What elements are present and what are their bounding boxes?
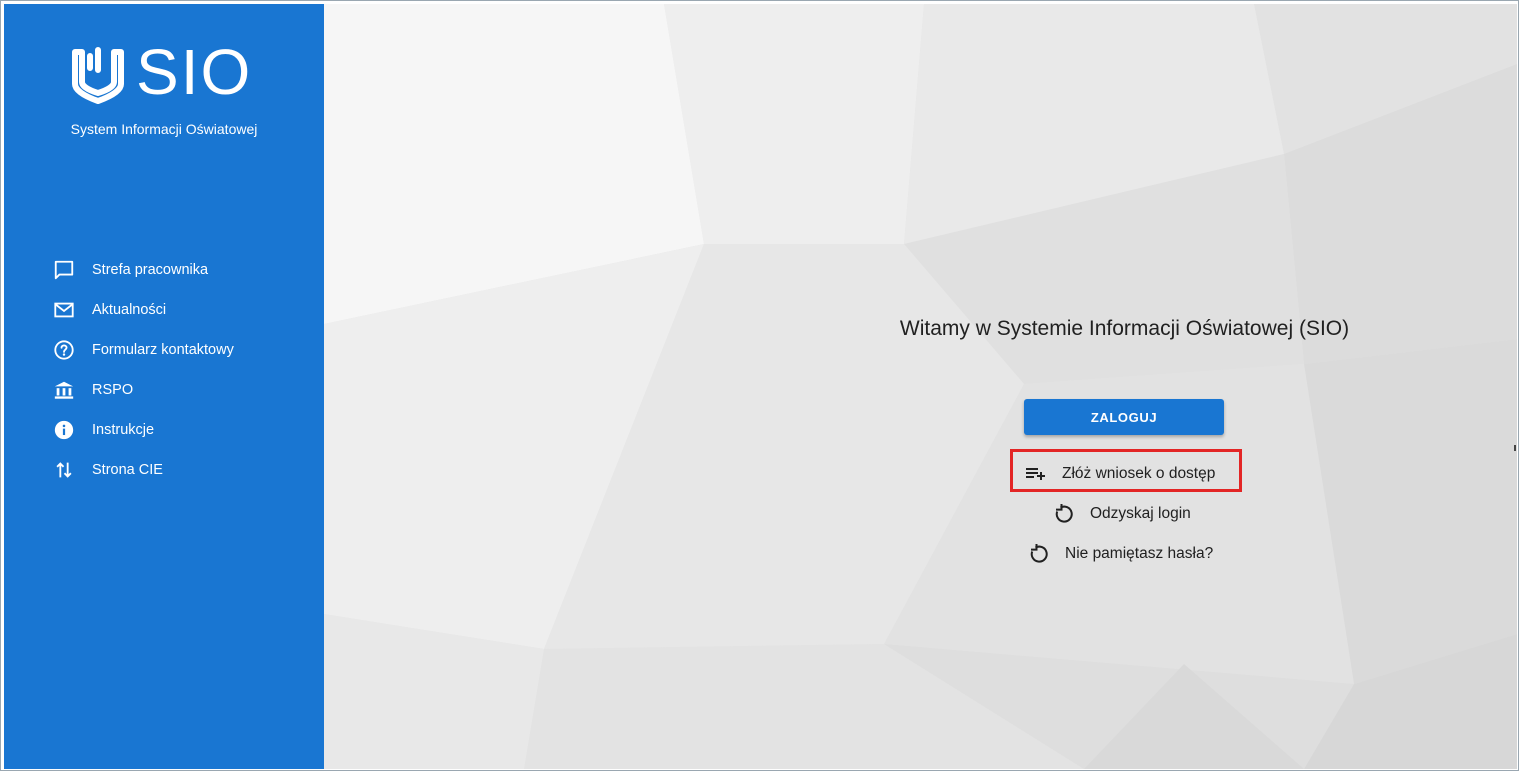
sidebar-nav: Strefa pracownika Aktualności Formularz … [4, 250, 324, 490]
restore-icon [1052, 502, 1076, 526]
app-subtitle: System Informacji Oświatowej [70, 121, 258, 137]
logo[interactable]: SIO [70, 36, 270, 108]
sidebar-item-rspo[interactable]: RSPO [4, 370, 324, 410]
recover-login-label: Odzyskaj login [1090, 505, 1191, 522]
sidebar-item-strona-cie[interactable]: Strona CIE [4, 450, 324, 490]
sidebar-item-label: Instrukcje [92, 422, 155, 438]
book-logo-icon [72, 47, 124, 104]
bank-icon [52, 378, 76, 402]
mail-icon [52, 298, 76, 322]
forgot-password-label: Nie pamiętasz hasła? [1065, 545, 1214, 562]
login-button[interactable]: ZALOGUJ [1024, 399, 1224, 435]
app-window: SIO System Informacji Oświatowej Strefa … [0, 0, 1519, 771]
forgot-password-link[interactable]: Nie pamiętasz hasła? [1027, 539, 1213, 569]
logo-text: SIO [136, 36, 253, 108]
info-icon [52, 418, 76, 442]
restore-icon [1027, 542, 1051, 566]
help-circle-icon [52, 338, 76, 362]
recover-login-link[interactable]: Odzyskaj login [1052, 499, 1191, 529]
sidebar-item-aktualnosci[interactable]: Aktualności [4, 290, 324, 330]
sidebar-item-formularz-kontaktowy[interactable]: Formularz kontaktowy [4, 330, 324, 370]
page-title: Witamy w Systemie Informacji Oświatowej … [899, 317, 1350, 340]
sidebar-item-label: Strefa pracownika [92, 262, 209, 278]
sidebar-item-strefa-pracownika[interactable]: Strefa pracownika [4, 250, 324, 290]
sidebar-item-instrukcje[interactable]: Instrukcje [4, 410, 324, 450]
sidebar-item-label: Aktualności [92, 302, 167, 318]
sidebar: SIO System Informacji Oświatowej Strefa … [4, 4, 324, 769]
polygon-background [324, 4, 1517, 769]
chat-bubble-icon [52, 258, 76, 282]
playlist-add-icon [1024, 462, 1048, 486]
main-content: Witamy w Systemie Informacji Oświatowej … [324, 4, 1517, 769]
sidebar-item-label: RSPO [92, 382, 134, 398]
scroll-edge-marker [1514, 445, 1516, 451]
sidebar-item-label: Formularz kontaktowy [92, 342, 234, 358]
sidebar-item-label: Strona CIE [92, 462, 163, 478]
swap-vertical-icon [52, 458, 76, 482]
request-access-label: Złóż wniosek o dostęp [1062, 465, 1216, 482]
request-access-link[interactable]: Złóż wniosek o dostęp [1024, 459, 1215, 489]
